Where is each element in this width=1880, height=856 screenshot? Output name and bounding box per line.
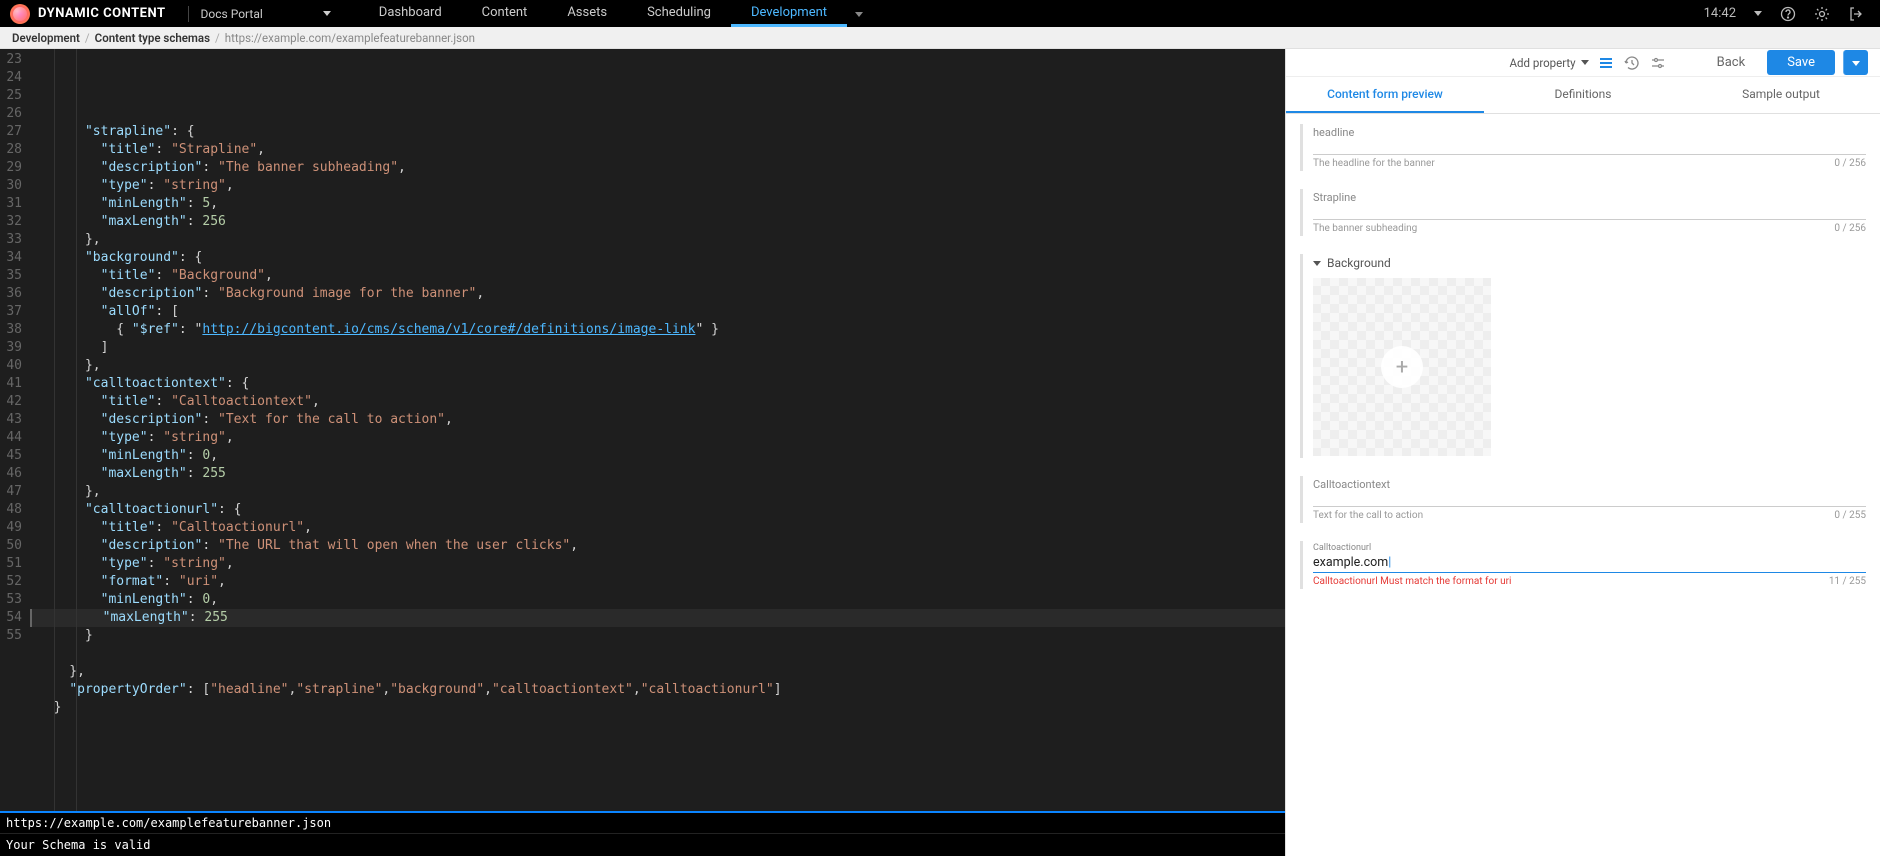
status-message: Your Schema is valid [0,833,1285,856]
field-headline: headline The headline for the banner 0 /… [1300,124,1866,171]
field-calltoactionurl: Calltoactionurl example.com Calltoaction… [1300,541,1866,589]
right-pane: Add property Back Save Content form prev… [1285,49,1880,856]
chevron-down-icon [323,11,331,16]
field-label: Calltoactiontext [1313,478,1866,491]
breadcrumb-sep: / [215,31,220,45]
nav-development[interactable]: Development [731,0,847,27]
field-count: 0 / 255 [1834,510,1866,521]
docs-portal-label: Docs Portal [201,7,263,21]
logo-area[interactable]: DYNAMIC CONTENT [0,4,176,24]
back-button[interactable]: Back [1703,50,1760,75]
field-desc: Text for the call to action [1313,510,1423,521]
field-background: Background + [1300,254,1866,458]
field-label: headline [1313,126,1866,139]
editor-pane: 2324252627282930313233343536373839404142… [0,49,1285,856]
form-preview: headline The headline for the banner 0 /… [1286,114,1880,856]
tab-definitions[interactable]: Definitions [1484,77,1682,113]
right-tabs: Content form preview Definitions Sample … [1286,77,1880,114]
chevron-down-icon [1581,60,1589,65]
brand-name: DYNAMIC CONTENT [38,6,166,21]
field-count: 0 / 256 [1834,223,1866,234]
strapline-input[interactable] [1313,206,1866,220]
nav-content[interactable]: Content [462,0,548,27]
breadcrumb-dev[interactable]: Development [12,31,80,45]
list-view-icon[interactable] [1597,54,1615,72]
indent-guide [76,49,77,811]
field-count: 0 / 256 [1834,158,1866,169]
logout-icon[interactable] [1848,6,1864,22]
nav-dashboard[interactable]: Dashboard [359,0,462,27]
chevron-down-icon [1852,61,1860,66]
background-label: Background [1327,256,1391,270]
field-count: 11 / 255 [1829,576,1866,587]
pane-resize-handle[interactable] [1281,410,1285,450]
tab-content-form-preview[interactable]: Content form preview [1286,77,1484,113]
status-path: https://example.com/examplefeaturebanner… [0,811,1285,833]
code-area[interactable]: "strapline": { "title": "Strapline", "de… [30,49,1285,811]
help-icon[interactable] [1780,6,1796,22]
field-label: Strapline [1313,191,1866,204]
field-desc: The banner subheading [1313,223,1417,234]
code-editor[interactable]: 2324252627282930313233343536373839404142… [0,49,1285,811]
divider [188,6,189,22]
nav-tabs: Dashboard Content Assets Scheduling Deve… [359,0,871,27]
save-button[interactable]: Save [1767,50,1835,75]
chevron-down-icon [855,12,863,17]
main-layout: 2324252627282930313233343536373839404142… [0,49,1880,856]
nav-more-dropdown[interactable] [847,6,871,21]
logo-icon [10,4,30,24]
breadcrumb-schemas[interactable]: Content type schemas [95,31,210,45]
ctaurl-input[interactable]: example.com [1313,555,1866,573]
time-dropdown-icon[interactable] [1754,11,1762,16]
add-property-dropdown[interactable]: Add property [1510,56,1589,70]
add-property-label: Add property [1510,56,1576,70]
field-calltoactiontext: Calltoactiontext Text for the call to ac… [1300,476,1866,523]
top-header: DYNAMIC CONTENT Docs Portal Dashboard Co… [0,0,1880,27]
time-display: 14:42 [1704,6,1736,21]
indent-guide [54,49,55,811]
docs-portal-dropdown[interactable]: Docs Portal [201,7,331,21]
headline-input[interactable] [1313,141,1866,155]
history-icon[interactable] [1623,54,1641,72]
background-upload-area[interactable]: + [1313,278,1491,456]
right-toolbar: Add property Back Save [1286,49,1880,77]
field-strapline: Strapline The banner subheading 0 / 256 [1300,189,1866,236]
breadcrumb: Development / Content type schemas / htt… [0,27,1880,49]
header-right: 14:42 [1704,6,1880,22]
breadcrumb-sep: / [85,31,90,45]
nav-assets[interactable]: Assets [547,0,627,27]
gear-icon[interactable] [1814,6,1830,22]
field-label: Calltoactionurl [1313,543,1866,553]
save-dropdown[interactable] [1843,50,1868,75]
nav-scheduling[interactable]: Scheduling [627,0,731,27]
breadcrumb-url: https://example.com/examplefeaturebanner… [225,31,475,45]
ctatext-input[interactable] [1313,493,1866,507]
line-numbers-gutter: 2324252627282930313233343536373839404142… [0,49,30,811]
tab-sample-output[interactable]: Sample output [1682,77,1880,113]
plus-icon: + [1381,346,1423,388]
status-bars: https://example.com/examplefeaturebanner… [0,811,1285,856]
background-collapse-toggle[interactable]: Background [1313,256,1866,270]
field-error: Calltoactionurl Must match the format fo… [1313,576,1511,587]
chevron-down-icon [1313,261,1321,266]
settings-sliders-icon[interactable] [1649,54,1667,72]
field-desc: The headline for the banner [1313,158,1435,169]
